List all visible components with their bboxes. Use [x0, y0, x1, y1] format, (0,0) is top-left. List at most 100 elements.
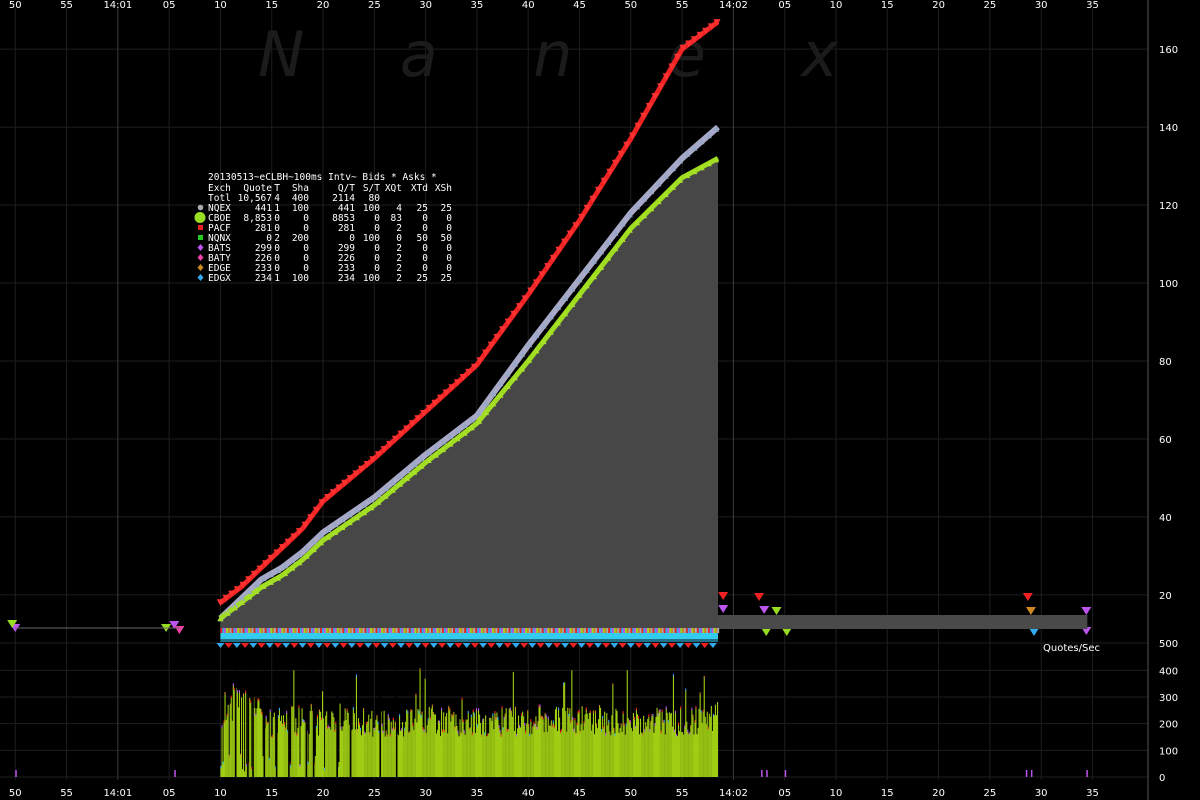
table-cell: EDGX: [208, 273, 231, 284]
volume-bar: [639, 734, 641, 777]
volume-bar-cap: [366, 721, 368, 725]
volume-bar: [633, 718, 635, 777]
spread-tick: [303, 628, 306, 633]
volume-bar: [617, 723, 619, 777]
volume-bar: [273, 712, 275, 777]
volume-bar: [589, 712, 591, 777]
volume-bar: [373, 728, 375, 777]
spread-tick: [661, 628, 664, 633]
volume-bar: [700, 712, 702, 777]
volume-bar: [298, 707, 300, 777]
volume-bar-cap: [700, 710, 702, 713]
spread-tick: [336, 628, 339, 633]
volume-bar: [299, 766, 301, 777]
volume-bar: [580, 724, 582, 777]
volume-bar: [226, 715, 228, 777]
volume-bar-cap: [271, 735, 273, 738]
volume-bar: [573, 730, 575, 777]
spread-tick: [466, 628, 469, 633]
volume-bar-cap: [662, 720, 664, 723]
volume-bar-cap: [294, 731, 296, 735]
spread-tick: [445, 628, 448, 633]
spread-tick: [250, 628, 252, 633]
spread-tick: [501, 628, 504, 633]
spread-tick: [469, 628, 472, 633]
spread-tick: [554, 628, 557, 633]
spread-marker: [413, 643, 422, 648]
volume-stray-tick: [1025, 770, 1028, 777]
volume-bar: [345, 720, 347, 777]
volume-bar: [261, 713, 263, 777]
volume-bar: [706, 711, 708, 777]
spread-tick: [453, 628, 456, 633]
volume-bar: [551, 726, 553, 777]
volume-bar: [581, 706, 583, 777]
spread-tick: [543, 628, 546, 633]
volume-bar-cap: [245, 690, 247, 693]
spread-tick: [392, 628, 395, 633]
spread-tick: [685, 628, 688, 633]
spread-tick: [371, 628, 374, 633]
volume-bar: [304, 722, 306, 777]
volume-bar-cap: [266, 721, 268, 725]
volume-bar-cap: [501, 706, 503, 709]
volume-bar-cap: [629, 720, 631, 723]
volume-bar-cap: [538, 704, 540, 708]
spread-tick: [325, 628, 328, 633]
time-tick-label-top: 55: [60, 0, 73, 11]
spread-tick: [274, 628, 276, 633]
volume-bar: [369, 734, 371, 777]
quote-marker: [718, 605, 729, 613]
spread-tick: [283, 628, 286, 633]
spread-tick: [224, 628, 227, 633]
volume-bar: [494, 713, 496, 777]
spread-tick: [700, 628, 703, 633]
spread-tick: [322, 628, 324, 633]
volume-tick-label: 200: [1159, 720, 1178, 731]
spread-tick: [508, 628, 511, 633]
spread-tick: [628, 628, 631, 633]
spread-tick: [366, 628, 369, 633]
spread-tick: [604, 628, 607, 633]
volume-bar: [387, 715, 389, 777]
spread-tick: [639, 628, 642, 633]
volume-bar: [378, 732, 380, 777]
spread-marker: [651, 643, 660, 648]
volume-bar-cap: [589, 710, 591, 713]
volume-bar: [386, 736, 388, 777]
quote-marker: [781, 628, 792, 636]
volume-bar: [425, 734, 427, 777]
volume-bar: [560, 732, 562, 777]
volume-bar: [436, 729, 438, 777]
volume-bar-cap: [547, 716, 549, 719]
volume-bar: [592, 712, 594, 777]
spread-tick: [388, 628, 391, 633]
volume-bar: [259, 708, 261, 777]
volume-bar: [645, 722, 647, 777]
volume-bar: [688, 733, 690, 777]
volume-bar: [451, 715, 453, 777]
spread-tick: [344, 628, 347, 633]
volume-bar-cap: [255, 713, 257, 716]
volume-bar: [320, 711, 322, 777]
spread-tick: [569, 628, 572, 633]
volume-bar: [685, 690, 687, 777]
volume-bar-cap: [712, 713, 714, 717]
volume-bar: [561, 730, 563, 777]
volume-bar-cap: [703, 676, 705, 679]
volume-bar: [260, 711, 262, 777]
volume-bar: [251, 768, 253, 777]
volume-bar-cap: [232, 683, 234, 686]
volume-bar: [447, 733, 449, 777]
volume-bar: [310, 705, 312, 777]
spread-tick: [309, 628, 312, 633]
table-header-xtd: XTd: [411, 183, 428, 194]
spread-tick: [510, 628, 513, 633]
spread-tick: [290, 628, 293, 633]
volume-bar-cap: [568, 714, 570, 717]
volume-bar: [690, 727, 692, 777]
spread-tick: [517, 628, 520, 633]
spread-tick: [656, 628, 659, 633]
spread-tick: [621, 628, 624, 633]
spread-tick: [285, 628, 288, 633]
